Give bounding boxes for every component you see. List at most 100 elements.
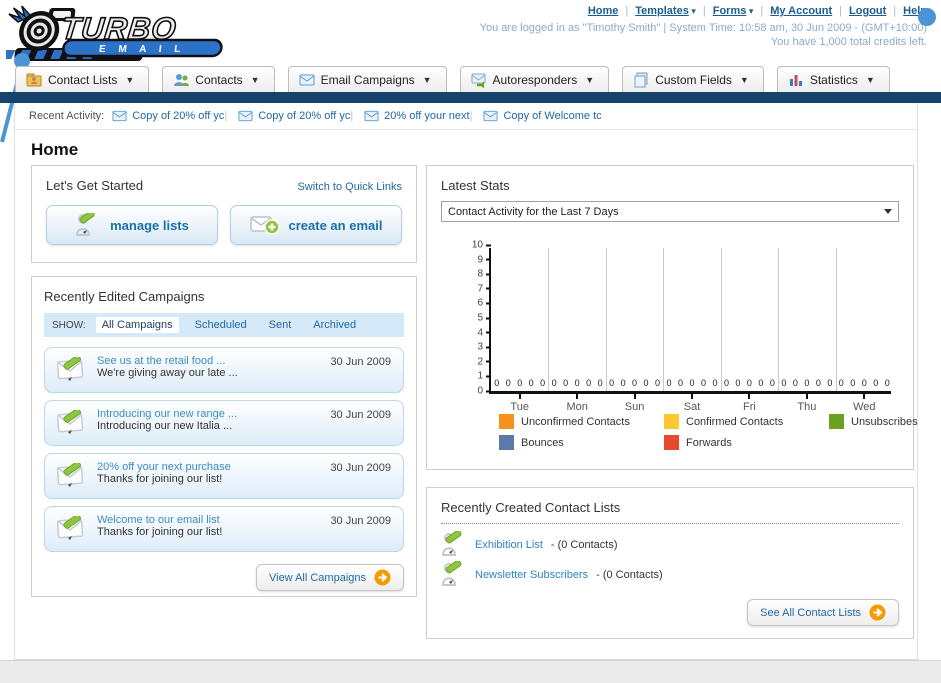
x-axis-tick bbox=[691, 394, 693, 399]
top-nav-item: Templates ▾ bbox=[618, 5, 696, 17]
manage-lists-button[interactable]: manage lists bbox=[46, 205, 218, 245]
top-nav-link[interactable]: Templates bbox=[635, 5, 689, 17]
legend-item: Bounces bbox=[499, 435, 664, 450]
main-nav-tabs: Contact Lists ▼ Contacts ▼ Email Campaigns ▼ A… bbox=[15, 66, 890, 93]
x-axis-label: Wed bbox=[853, 401, 876, 413]
top-nav-link[interactable]: Forms bbox=[713, 5, 747, 17]
chevron-down-icon: ▼ bbox=[865, 74, 875, 85]
tick-mark bbox=[486, 244, 491, 246]
top-nav-link[interactable]: My Account bbox=[770, 5, 832, 17]
gridline bbox=[720, 248, 722, 391]
tab-statistics[interactable]: Statistics ▼ bbox=[776, 66, 890, 93]
bar-value-label: 0 bbox=[723, 378, 729, 388]
person-pencil-icon bbox=[76, 213, 95, 236]
bar-value-label: 0 bbox=[586, 378, 592, 388]
tab-email-campaigns[interactable]: Email Campaigns ▼ bbox=[287, 66, 447, 93]
switch-quick-links-link[interactable]: Switch to Quick Links bbox=[297, 181, 402, 193]
legend-label: Forwards bbox=[686, 436, 732, 449]
stats-period-select[interactable]: Contact Activity for the Last 7 Days bbox=[441, 201, 899, 222]
x-axis-tick bbox=[576, 394, 579, 399]
legend-item: Unconfirmed Contacts bbox=[499, 414, 664, 429]
legend-swatch bbox=[499, 414, 514, 429]
create-email-label: create an email bbox=[288, 217, 383, 233]
gridline bbox=[548, 248, 550, 391]
tab-autoresponders[interactable]: Autoresponders ▼ bbox=[459, 66, 610, 93]
filter-scheduled[interactable]: Scheduled bbox=[189, 317, 253, 333]
chevron-down-icon: ▾ bbox=[746, 6, 754, 16]
bar-value-label: 0 bbox=[689, 378, 695, 388]
top-nav-item: Forms ▾ bbox=[696, 5, 754, 17]
recent-activity-item: Copy of 20% off yc bbox=[224, 110, 350, 122]
people-icon bbox=[174, 73, 190, 86]
person-pencil-icon bbox=[441, 529, 467, 560]
bar-value-label: 0 bbox=[655, 378, 661, 388]
recent-activity-item: Copy of 20% off yc bbox=[112, 110, 224, 122]
navy-divider-bar bbox=[0, 92, 941, 103]
bar-value-label: 0 bbox=[815, 378, 821, 388]
filter-sent[interactable]: Sent bbox=[263, 317, 298, 333]
tab-contacts[interactable]: Contacts ▼ bbox=[162, 66, 275, 93]
tick-mark bbox=[486, 302, 491, 305]
x-axis-label: Fri bbox=[743, 401, 756, 413]
bar-value-label: 0 bbox=[597, 378, 603, 388]
y-tick-label: 10 bbox=[471, 239, 483, 251]
recent-activity-link[interactable]: Copy of 20% off yc bbox=[132, 110, 224, 122]
campaigns-panel: Recently Edited Campaigns SHOW: All Camp… bbox=[31, 276, 417, 597]
campaign-item: Welcome to our email list Thanks for joi… bbox=[44, 506, 404, 552]
top-nav-links: HomeTemplates ▾Forms ▾My AccountLogoutHe… bbox=[480, 5, 927, 17]
bar-value-label: 0 bbox=[746, 378, 752, 388]
view-all-campaigns-button[interactable]: View All Campaigns bbox=[255, 564, 404, 591]
filter-archived[interactable]: Archived bbox=[307, 317, 362, 333]
get-started-panel: Let's Get Started Switch to Quick Links … bbox=[31, 165, 417, 263]
y-tick-label: 1 bbox=[477, 370, 483, 382]
chevron-down-icon: ▼ bbox=[125, 74, 135, 85]
envelope-icon bbox=[483, 110, 498, 122]
legend-swatch bbox=[499, 435, 514, 450]
turbo-email-logo: TURBO E M A I L bbox=[2, 4, 256, 67]
tick-mark bbox=[486, 258, 491, 261]
recent-activity-label: Recent Activity: bbox=[29, 110, 105, 122]
see-all-contact-lists-button[interactable]: See All Contact Lists bbox=[747, 599, 899, 626]
tab-contact-lists[interactable]: Contact Lists ▼ bbox=[15, 66, 150, 93]
chevron-down-icon: ▾ bbox=[688, 6, 696, 16]
x-axis-tick bbox=[633, 394, 636, 399]
login-line2: You have 1,000 total credits left. bbox=[770, 36, 927, 48]
tick-mark bbox=[486, 273, 491, 276]
campaign-date: 30 Jun 2009 bbox=[330, 515, 391, 527]
create-email-button[interactable]: create an email bbox=[230, 205, 402, 245]
x-axis-label: Sat bbox=[683, 401, 701, 413]
y-tick-label: 9 bbox=[477, 254, 483, 266]
legend-item: Unsubscribes bbox=[829, 414, 941, 429]
filter-all-campaigns[interactable]: All Campaigns bbox=[95, 317, 179, 333]
tab-custom-fields[interactable]: Custom Fields ▼ bbox=[622, 66, 764, 93]
contact-list-link[interactable]: Exhibition List bbox=[475, 539, 543, 551]
bar-value-label: 0 bbox=[677, 378, 684, 388]
y-axis-tick: 6 bbox=[477, 298, 491, 309]
x-axis-label: Mon bbox=[566, 401, 588, 413]
envelope-icon bbox=[238, 110, 253, 122]
see-all-contact-lists-label: See All Contact Lists bbox=[760, 606, 861, 619]
y-axis-tick: 3 bbox=[477, 342, 491, 353]
recent-activity-link[interactable]: 20% off your next bbox=[384, 110, 469, 122]
recent-activity-link[interactable]: Copy of Welcome tc bbox=[503, 110, 601, 122]
bar-value-label: 0 bbox=[551, 378, 557, 388]
chevron-down-icon: ▼ bbox=[422, 74, 432, 85]
campaigns-title: Recently Edited Campaigns bbox=[44, 289, 205, 304]
top-nav-link[interactable]: Logout bbox=[849, 5, 886, 17]
chevron-down-icon: ▼ bbox=[739, 74, 749, 85]
tick-mark bbox=[486, 346, 491, 349]
recent-activity-link[interactable]: Copy of 20% off yc bbox=[258, 110, 350, 122]
legend-item: Confirmed Contacts bbox=[664, 414, 829, 429]
tick-mark bbox=[486, 331, 491, 334]
campaign-item: Introducing our new range ... Introducin… bbox=[44, 400, 404, 446]
latest-stats-title: Latest Stats bbox=[441, 178, 510, 193]
bar-value-label: 0 bbox=[735, 378, 741, 388]
tick-mark bbox=[486, 390, 491, 392]
bar-chart-icon bbox=[789, 74, 802, 86]
recent-activity-bar: Recent Activity: Copy of 20% off yc Copy … bbox=[15, 103, 917, 130]
contact-list-link[interactable]: Newsletter Subscribers bbox=[475, 569, 588, 581]
top-nav-link[interactable]: Home bbox=[588, 5, 619, 17]
dotted-divider bbox=[441, 523, 899, 524]
x-axis-tick bbox=[863, 394, 866, 399]
envelope-reply-icon bbox=[471, 73, 486, 88]
